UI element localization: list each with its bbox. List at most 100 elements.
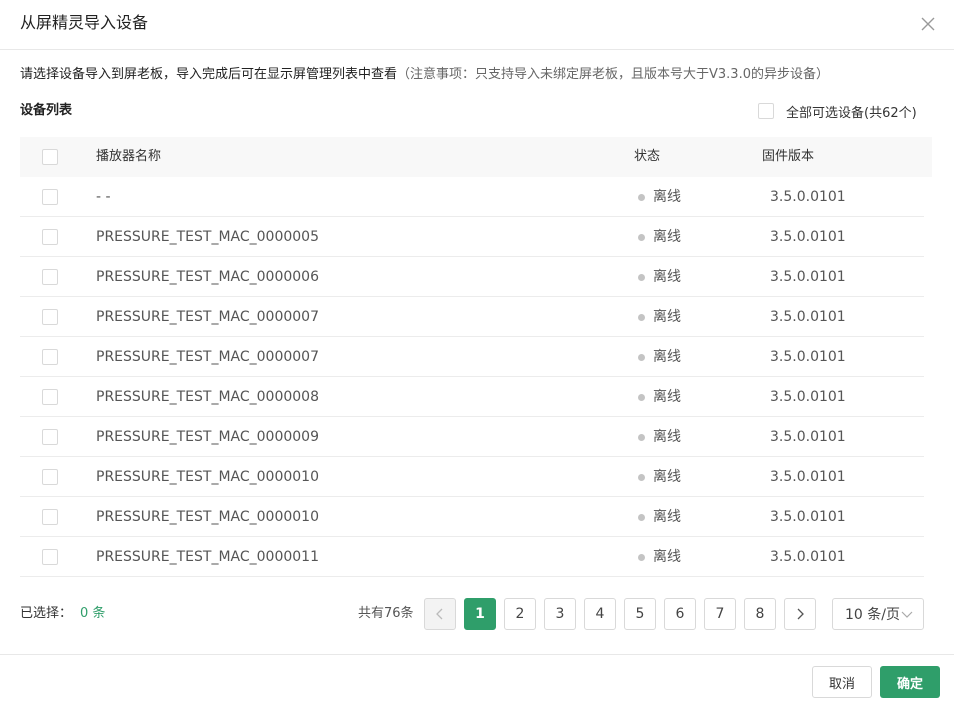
offline-dot-icon bbox=[638, 233, 645, 241]
row-checkbox[interactable] bbox=[42, 189, 58, 205]
row-checkbox-cell bbox=[42, 377, 58, 417]
chevron-down-icon bbox=[901, 611, 913, 618]
offline-dot-icon bbox=[638, 433, 645, 441]
row-version: 3.5.0.0101 bbox=[770, 309, 846, 325]
row-checkbox[interactable] bbox=[42, 549, 58, 565]
table-row[interactable]: - - 离线 3.5.0.0101 bbox=[20, 177, 924, 217]
offline-dot-icon bbox=[638, 353, 645, 361]
row-checkbox-cell bbox=[42, 457, 58, 497]
page-button-5[interactable]: 5 bbox=[624, 598, 656, 630]
row-version: 3.5.0.0101 bbox=[770, 349, 846, 365]
row-status: 离线 bbox=[638, 457, 681, 497]
row-device-name: PRESSURE_TEST_MAC_0000007 bbox=[96, 309, 319, 325]
offline-dot-icon bbox=[638, 313, 645, 321]
notice-note: （注意事项：只支持导入未绑定屏老板，且版本号大于V3.3.0的异步设备） bbox=[397, 67, 829, 82]
table-row[interactable]: PRESSURE_TEST_MAC_0000009 离线 3.5.0.0101 bbox=[20, 417, 924, 457]
device-table: 播放器名称 状态 固件版本 - - 离线 3.5.0.0101 PRESSURE_TE… bbox=[20, 137, 932, 577]
row-checkbox-cell bbox=[42, 497, 58, 537]
row-checkbox[interactable] bbox=[42, 309, 58, 325]
row-status-text: 离线 bbox=[653, 349, 681, 365]
row-status-text: 离线 bbox=[653, 509, 681, 525]
row-status: 离线 bbox=[638, 537, 681, 577]
page-button-2[interactable]: 2 bbox=[504, 598, 536, 630]
cancel-button[interactable]: 取消 bbox=[812, 666, 872, 698]
page-button-7[interactable]: 7 bbox=[704, 598, 736, 630]
table-row[interactable]: PRESSURE_TEST_MAC_0000007 离线 3.5.0.0101 bbox=[20, 337, 924, 377]
row-checkbox-cell bbox=[42, 177, 58, 217]
table-row[interactable]: PRESSURE_TEST_MAC_0000005 离线 3.5.0.0101 bbox=[20, 217, 924, 257]
offline-dot-icon bbox=[638, 553, 645, 561]
page-button-8[interactable]: 8 bbox=[744, 598, 776, 630]
row-status-text: 离线 bbox=[653, 549, 681, 565]
row-version: 3.5.0.0101 bbox=[770, 389, 846, 405]
offline-dot-icon bbox=[638, 473, 645, 481]
page-button-1[interactable]: 1 bbox=[464, 598, 496, 630]
offline-dot-icon bbox=[638, 273, 645, 281]
import-notice: 请选择设备导入到屏老板，导入完成后可在显示屏管理列表中查看（注意事项：只支持导入… bbox=[20, 66, 829, 84]
row-checkbox-cell bbox=[42, 537, 58, 577]
row-checkbox-cell bbox=[42, 337, 58, 377]
row-checkbox[interactable] bbox=[42, 229, 58, 245]
row-status: 离线 bbox=[638, 217, 681, 257]
row-status: 离线 bbox=[638, 297, 681, 337]
table-row[interactable]: PRESSURE_TEST_MAC_0000011 离线 3.5.0.0101 bbox=[20, 537, 924, 577]
column-header-name: 播放器名称 bbox=[96, 149, 162, 164]
row-status-text: 离线 bbox=[653, 229, 681, 245]
page-button-4[interactable]: 4 bbox=[584, 598, 616, 630]
table-row[interactable]: PRESSURE_TEST_MAC_0000010 离线 3.5.0.0101 bbox=[20, 497, 924, 537]
page-size-value: 10 条/页 bbox=[845, 607, 900, 623]
chevron-left-icon bbox=[436, 608, 443, 620]
row-device-name: - - bbox=[96, 189, 111, 205]
row-status-text: 离线 bbox=[653, 309, 681, 325]
page-button-6[interactable]: 6 bbox=[664, 598, 696, 630]
row-checkbox[interactable] bbox=[42, 269, 58, 285]
row-checkbox-cell bbox=[42, 417, 58, 457]
select-all-checkbox[interactable] bbox=[758, 103, 774, 119]
row-checkbox-cell bbox=[42, 297, 58, 337]
selected-count: 0 条 bbox=[80, 606, 106, 621]
row-status-text: 离线 bbox=[653, 269, 681, 285]
row-status-text: 离线 bbox=[653, 389, 681, 405]
total-count: 共有76条 bbox=[358, 606, 414, 621]
row-status: 离线 bbox=[638, 257, 681, 297]
row-device-name: PRESSURE_TEST_MAC_0000005 bbox=[96, 229, 319, 245]
row-device-name: PRESSURE_TEST_MAC_0000008 bbox=[96, 389, 319, 405]
row-checkbox-cell bbox=[42, 217, 58, 257]
row-checkbox[interactable] bbox=[42, 429, 58, 445]
selected-label: 已选择： bbox=[20, 606, 73, 621]
column-header-status: 状态 bbox=[634, 149, 661, 164]
offline-dot-icon bbox=[638, 193, 645, 201]
row-version: 3.5.0.0101 bbox=[770, 509, 846, 525]
table-row[interactable]: PRESSURE_TEST_MAC_0000006 离线 3.5.0.0101 bbox=[20, 257, 924, 297]
header-checkbox[interactable] bbox=[42, 149, 58, 165]
header-checkbox-cell bbox=[42, 137, 58, 177]
close-icon bbox=[921, 17, 935, 31]
close-button[interactable] bbox=[916, 12, 940, 36]
table-row[interactable]: PRESSURE_TEST_MAC_0000010 离线 3.5.0.0101 bbox=[20, 457, 924, 497]
dialog-footer bbox=[0, 654, 954, 706]
row-checkbox-cell bbox=[42, 257, 58, 297]
page-size-select[interactable]: 10 条/页 bbox=[832, 598, 924, 630]
row-device-name: PRESSURE_TEST_MAC_0000006 bbox=[96, 269, 319, 285]
row-checkbox[interactable] bbox=[42, 469, 58, 485]
row-status-text: 离线 bbox=[653, 469, 681, 485]
select-all-label: 全部可选设备(共62个) bbox=[786, 105, 917, 121]
table-row[interactable]: PRESSURE_TEST_MAC_0000008 离线 3.5.0.0101 bbox=[20, 377, 924, 417]
row-version: 3.5.0.0101 bbox=[770, 189, 846, 205]
row-checkbox[interactable] bbox=[42, 349, 58, 365]
row-status: 离线 bbox=[638, 417, 681, 457]
page-button-3[interactable]: 3 bbox=[544, 598, 576, 630]
row-version: 3.5.0.0101 bbox=[770, 229, 846, 245]
next-page-button[interactable] bbox=[784, 598, 816, 630]
prev-page-button[interactable] bbox=[424, 598, 456, 630]
offline-dot-icon bbox=[638, 393, 645, 401]
row-checkbox[interactable] bbox=[42, 389, 58, 405]
row-status-text: 离线 bbox=[653, 189, 681, 205]
select-all-devices[interactable]: 全部可选设备(共62个) bbox=[758, 102, 917, 121]
row-status-text: 离线 bbox=[653, 429, 681, 445]
table-header: 播放器名称 状态 固件版本 bbox=[20, 137, 932, 177]
row-version: 3.5.0.0101 bbox=[770, 429, 846, 445]
row-checkbox[interactable] bbox=[42, 509, 58, 525]
confirm-button[interactable]: 确定 bbox=[880, 666, 940, 698]
table-row[interactable]: PRESSURE_TEST_MAC_0000007 离线 3.5.0.0101 bbox=[20, 297, 924, 337]
